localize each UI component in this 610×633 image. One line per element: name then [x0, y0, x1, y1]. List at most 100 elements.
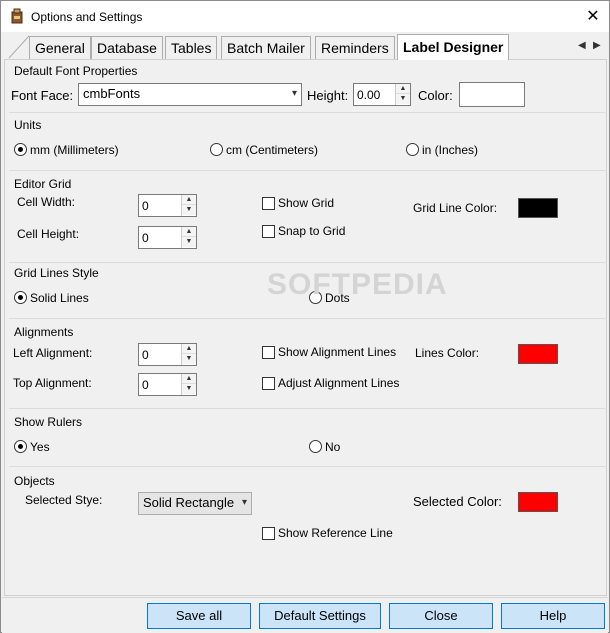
- adjust-alignment-lines-label: Adjust Alignment Lines: [278, 376, 400, 390]
- spin-up-icon[interactable]: ▲: [396, 84, 410, 94]
- radio-rulers-no[interactable]: [309, 440, 322, 453]
- radio-cm[interactable]: [210, 143, 223, 156]
- height-value: 0.00: [357, 88, 381, 102]
- selected-style-label: Selected Stye:: [25, 493, 103, 507]
- color-label: Color:: [418, 88, 453, 103]
- font-face-value: cmbFonts: [83, 86, 141, 101]
- spin-up-icon[interactable]: ▲: [182, 374, 196, 384]
- close-window-icon[interactable]: ✕: [583, 6, 603, 26]
- tab-tables[interactable]: Tables: [165, 36, 218, 59]
- radio-solid-lines-label: Solid Lines: [30, 291, 89, 305]
- group-show-rulers: Show Rulers: [14, 415, 83, 429]
- left-alignment-value: 0: [142, 348, 149, 362]
- group-units: Units: [14, 118, 42, 132]
- show-grid-label: Show Grid: [278, 196, 335, 210]
- tab-scroll-left-icon[interactable]: ◀: [578, 40, 586, 51]
- tab-batch-mailer[interactable]: Batch Mailer: [221, 36, 311, 59]
- group-editor-grid: Editor Grid: [14, 177, 72, 191]
- radio-dots-label: Dots: [325, 291, 350, 305]
- show-reference-line-label: Show Reference Line: [278, 526, 393, 540]
- radio-mm-label: mm (Millimeters): [30, 143, 119, 157]
- tab-general[interactable]: General: [29, 36, 91, 59]
- group-objects: Objects: [14, 474, 55, 488]
- default-settings-button[interactable]: Default Settings: [259, 603, 381, 629]
- radio-dots[interactable]: [309, 291, 322, 304]
- grid-line-color-swatch[interactable]: [518, 198, 558, 218]
- snap-to-grid-checkbox[interactable]: [262, 225, 275, 238]
- watermark: SOFTPEDIA: [267, 268, 448, 301]
- chevron-down-icon: ▾: [241, 497, 247, 508]
- cell-width-value: 0: [142, 199, 149, 213]
- separator: [9, 112, 607, 113]
- separator: [9, 318, 607, 319]
- separator: [9, 466, 607, 467]
- font-color-swatch[interactable]: [459, 82, 525, 107]
- tab-slant-decoration: [8, 35, 30, 59]
- spin-down-icon[interactable]: ▼: [182, 205, 196, 215]
- group-alignments: Alignments: [14, 325, 74, 339]
- separator: [9, 408, 607, 409]
- selected-color-swatch[interactable]: [518, 492, 558, 512]
- tab-strip: General Database Tables Batch Mailer Rem…: [1, 32, 609, 60]
- radio-cm-label: cm (Centimeters): [226, 143, 319, 157]
- separator: [9, 170, 607, 171]
- adjust-alignment-lines-checkbox[interactable]: [262, 377, 275, 390]
- left-alignment-stepper[interactable]: 0 ▲ ▼: [138, 343, 197, 366]
- radio-rulers-no-label: No: [325, 440, 341, 454]
- spin-down-icon[interactable]: ▼: [182, 354, 196, 364]
- top-alignment-value: 0: [142, 378, 149, 392]
- spin-up-icon[interactable]: ▲: [182, 195, 196, 205]
- tab-reminders[interactable]: Reminders: [315, 36, 395, 59]
- height-label: Height:: [307, 88, 349, 103]
- radio-in-label: in (Inches): [422, 143, 479, 157]
- save-all-button[interactable]: Save all: [147, 603, 251, 629]
- show-reference-line-checkbox[interactable]: [262, 527, 275, 540]
- separator: [9, 262, 607, 263]
- chevron-down-icon: ▾: [291, 88, 297, 99]
- show-alignment-lines-label: Show Alignment Lines: [278, 345, 397, 359]
- radio-mm[interactable]: [14, 143, 27, 156]
- radio-in[interactable]: [406, 143, 419, 156]
- group-default-font: Default Font Properties: [14, 64, 138, 78]
- top-alignment-stepper[interactable]: 0 ▲ ▼: [138, 373, 197, 396]
- tab-label-designer[interactable]: Label Designer: [397, 34, 510, 60]
- show-grid-checkbox[interactable]: [262, 197, 275, 210]
- spin-up-icon[interactable]: ▲: [182, 227, 196, 237]
- tab-database[interactable]: Database: [91, 36, 163, 59]
- left-alignment-label: Left Alignment:: [13, 346, 93, 360]
- group-grid-lines-style: Grid Lines Style: [14, 266, 99, 280]
- radio-rulers-yes[interactable]: [14, 440, 27, 453]
- height-stepper[interactable]: 0.00 ▲ ▼: [353, 83, 411, 106]
- selected-color-label: Selected Color:: [413, 494, 502, 509]
- radio-solid-lines[interactable]: [14, 291, 27, 304]
- snap-to-grid-label: Snap to Grid: [278, 224, 346, 238]
- cell-height-label: Cell Height:: [17, 227, 80, 241]
- show-alignment-lines-checkbox[interactable]: [262, 346, 275, 359]
- selected-style-combo[interactable]: Solid Rectangle ▾: [138, 492, 252, 515]
- radio-rulers-yes-label: Yes: [30, 440, 50, 454]
- cell-width-label: Cell Width:: [17, 195, 76, 209]
- font-face-combo[interactable]: cmbFonts ▾: [78, 83, 302, 106]
- app-icon: [11, 8, 23, 24]
- cell-height-stepper[interactable]: 0 ▲ ▼: [138, 226, 197, 249]
- font-face-label: Font Face:: [11, 88, 74, 103]
- lines-color-swatch[interactable]: [518, 344, 558, 364]
- spin-up-icon[interactable]: ▲: [182, 344, 196, 354]
- options-window: Options and Settings ✕ General Database …: [0, 0, 610, 633]
- selected-style-value: Solid Rectangle: [143, 495, 235, 510]
- cell-height-value: 0: [142, 231, 149, 245]
- close-button[interactable]: Close: [389, 603, 493, 629]
- title-bar: Options and Settings ✕: [1, 1, 609, 32]
- top-alignment-label: Top Alignment:: [13, 376, 92, 390]
- spin-down-icon[interactable]: ▼: [182, 384, 196, 394]
- window-title: Options and Settings: [31, 10, 143, 24]
- lines-color-label: Lines Color:: [415, 346, 480, 360]
- help-button[interactable]: Help: [501, 603, 605, 629]
- label-designer-panel: Default Font Properties Font Face: cmbFo…: [4, 59, 607, 596]
- dialog-footer: Save all Default Settings Close Help: [2, 597, 608, 633]
- cell-width-stepper[interactable]: 0 ▲ ▼: [138, 194, 197, 217]
- grid-line-color-label: Grid Line Color:: [413, 201, 498, 215]
- spin-down-icon[interactable]: ▼: [396, 94, 410, 104]
- spin-down-icon[interactable]: ▼: [182, 237, 196, 247]
- tab-scroll-right-icon[interactable]: ▶: [593, 40, 601, 51]
